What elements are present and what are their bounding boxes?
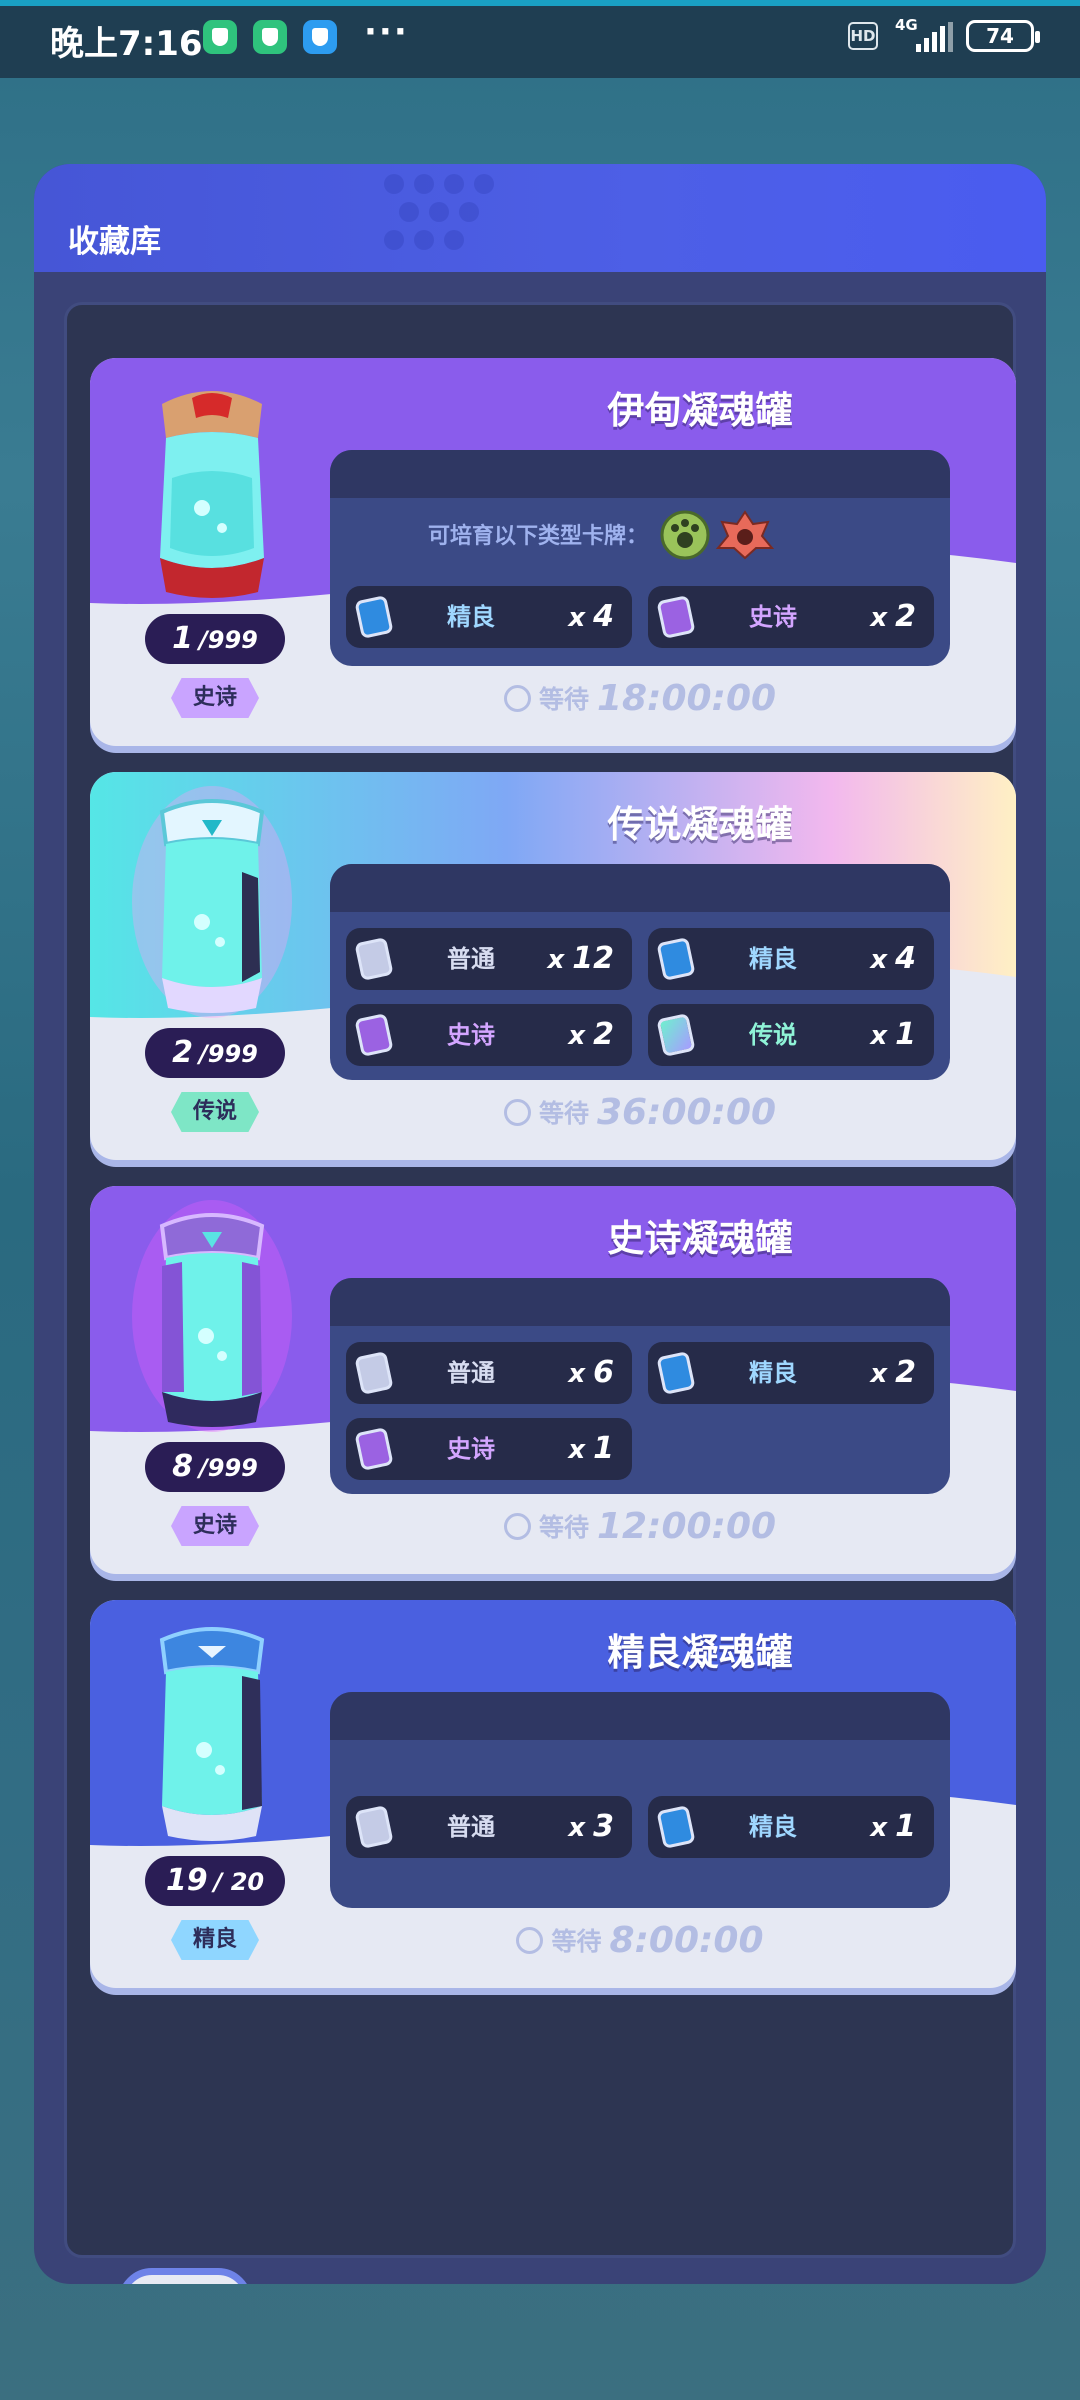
reward-chip-legend: 传说 x1 [648,1004,934,1066]
jar-card-eden[interactable]: 1/999 史诗 伊甸凝魂罐 可培育以下类型卡牌： 精良 x4 史诗 x 2 等… [90,358,1016,746]
jar-card-fine[interactable]: 19/ 20 精良 精良凝魂罐 普通 x3 精良 x1 等待 8:00:00 [90,1600,1016,1988]
wait-timer: 等待 12:00:00 [330,1504,950,1553]
reward-chip-epic: 史诗 x2 [346,1004,632,1066]
reward-chip-fine: 精良 x2 [648,1342,934,1404]
wait-timer: 等待 36:00:00 [330,1090,950,1139]
fine-card-icon [656,937,696,981]
flame-type-icon [715,510,775,560]
signal-icon [916,22,953,52]
app-notification-icon [203,20,237,54]
clock-icon [503,1512,531,1540]
rarity-badge: 史诗 [171,678,259,718]
reward-chip-fine: 精良 x4 [346,586,632,648]
clock-icon [503,684,531,712]
legend-jar-icon [132,786,292,1018]
jar-count: 8/999 [145,1442,285,1492]
common-card-icon [354,1805,394,1849]
jar-count: 2/999 [145,1028,285,1078]
eden-jar-icon [160,391,264,598]
hd-icon: HD [848,22,878,50]
jar-count: 19/ 20 [145,1856,285,1906]
collection-panel: 收藏库 1/999 史诗 伊甸凝魂罐 可培育以下类型卡牌： 精良 x 4 史诗 … [34,164,1046,2284]
jar-name: 精良凝魂罐 [607,1631,793,1674]
rarity-badge: 史诗 [171,1506,259,1546]
jar-name: 传说凝魂罐 [607,803,793,846]
reward-box: 普通 x 12 精良 x4 史诗 x2 传说 x1 [330,864,950,1080]
reward-chip-common: 普通 x3 [346,1796,632,1858]
reward-chip-epic: 史诗 x2 [648,586,934,648]
clock-icon [503,1098,531,1126]
common-card-icon [354,937,394,981]
jar-name: 史诗凝魂罐 [607,1217,793,1260]
reward-chip-common: 普通 x6 [346,1342,632,1404]
paw-type-icon [660,510,710,560]
wait-timer: 等待 8:00:00 [330,1918,950,1967]
clock: 晚上7:16 [50,24,203,64]
epic-card-icon [656,595,696,639]
jar-count: 1/999 [145,614,285,664]
rarity-badge: 精良 [171,1920,259,1960]
status-bar: 晚上7:16 ··· HD 4G 74 [0,0,1080,78]
reward-chip-fine: 精良 x1 [648,1796,934,1858]
reward-chip-epic: 史诗 x1 [346,1418,632,1480]
jar-card-epic[interactable]: 8/999 史诗 史诗凝魂罐 普通 x6 精良 x2 史诗 x1 等待 12:00… [90,1186,1016,1574]
breed-hint: 可培育以下类型卡牌： [428,524,649,549]
reward-box: 可培育以下类型卡牌： 精良 x4 史诗 x2 [330,450,950,666]
close-button[interactable] [118,2268,252,2284]
wait-timer: 等待 18:00:00 [330,676,950,725]
rarity-badge: 传说 [171,1092,259,1132]
reward-chip-common: 普通 x 12 [346,928,632,990]
reward-chip-fine: 精良 x4 [648,928,934,990]
app-notification-icon [303,20,337,54]
clock-icon [516,1926,544,1954]
more-notifications-icon: ··· [364,12,409,52]
header-pattern-icon [384,174,494,250]
jar-card-legend[interactable]: 2/999 传说 传说凝魂罐 普通 x 12 精良 x4 史诗 x2 传说 x … [90,772,1016,1160]
epic-jar-icon [132,1200,292,1432]
fine-card-icon [354,595,394,639]
fine-card-icon [656,1351,696,1395]
fine-card-icon [656,1805,696,1849]
epic-card-icon [354,1427,394,1471]
panel-title: 收藏库 [68,224,161,260]
network-type: 4G [895,16,918,34]
jar-name: 伊甸凝魂罐 [607,389,793,432]
battery-icon: 74 [966,20,1040,52]
epic-card-icon [354,1013,394,1057]
legend-card-icon [656,1013,696,1057]
app-notification-icon [253,20,287,54]
fine-jar-icon [159,1627,265,1841]
common-card-icon [354,1351,394,1395]
panel-header: 收藏库 [34,164,1046,272]
reward-box: 普通 x3 精良 x1 [330,1692,950,1908]
reward-box: 普通 x6 精良 x2 史诗 x1 [330,1278,950,1494]
